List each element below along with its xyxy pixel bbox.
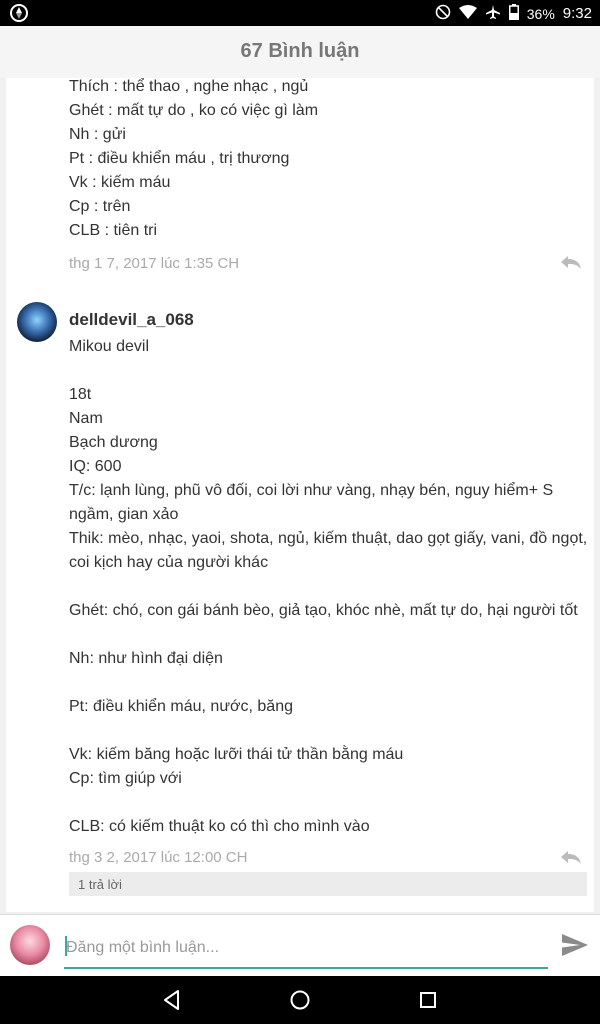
comment-text-line: CLB: có kiếm thuật ko có thì cho mình và… — [69, 818, 370, 835]
airplane-mode-icon — [485, 4, 501, 23]
comment-text-line: 18t — [69, 386, 92, 403]
battery-icon — [508, 4, 519, 23]
page-title: 67 Bình luận — [240, 40, 360, 62]
comment-username[interactable]: delldevil_a_068 — [69, 310, 194, 330]
reply-icon[interactable] — [560, 849, 582, 870]
comment-text-line: Vk: kiếm băng hoặc lưỡi thái tử thần bằn… — [69, 746, 404, 763]
comment-text-line: Pt: điều khiển máu, nước, băng — [69, 698, 293, 715]
comment-text-line: Vk : kiếm máu — [69, 174, 171, 191]
comment-text-line: Cp: tìm giúp với — [69, 770, 182, 787]
comment-text-line: Nh: như hình đại diện — [69, 650, 223, 667]
comment-text-line: Mikou devil — [69, 338, 150, 355]
home-icon[interactable] — [288, 988, 312, 1012]
comment-timestamp: thg 3 2, 2017 lúc 12:00 CH — [69, 849, 248, 866]
back-icon[interactable] — [160, 988, 184, 1012]
comment-text-line: Bạch dương — [69, 434, 158, 451]
battery-percent: 36% — [526, 5, 555, 22]
comments-list[interactable]: Thích : thể thao , nghe nhạc , ngủ Ghét … — [0, 78, 600, 914]
comment-text-line: Pt : điều khiển máu , trị thương — [69, 150, 290, 167]
recent-apps-icon[interactable] — [416, 988, 440, 1012]
comment-text-line: Cp : trên — [69, 198, 131, 215]
send-icon[interactable] — [560, 930, 590, 960]
text-cursor — [65, 936, 67, 956]
status-bar: 36% 9:32 — [0, 0, 600, 26]
comment-text-line: Nh : gửi — [69, 126, 126, 143]
app-bar: 67 Bình luận — [0, 26, 600, 79]
camera-aperture-icon — [10, 4, 28, 27]
comment-card: delldevil_a_068 Mikou devil 18t Nam Bạch… — [6, 292, 594, 912]
comment-text-line: Thích : thể thao , nghe nhạc , ngủ — [69, 78, 309, 95]
clock: 9:32 — [562, 5, 592, 22]
comment-text-line: Ghét : mất tự do , ko có việc gì làm — [69, 102, 319, 119]
current-user-avatar — [10, 925, 50, 965]
comment-text-line: Nam — [69, 410, 103, 427]
avatar[interactable] — [17, 302, 57, 342]
wifi-icon — [458, 5, 477, 22]
comment-timestamp: thg 1 7, 2017 lúc 1:35 CH — [69, 255, 240, 272]
system-nav-bar — [0, 976, 600, 1024]
replies-count-label: 1 trả lời — [78, 877, 122, 892]
reply-icon[interactable] — [560, 254, 582, 275]
comment-text-line: Ghét: chó, con gái bánh bèo, giả tạo, kh… — [69, 602, 578, 619]
comment-composer — [0, 914, 600, 977]
comment-text-line: Thik: mèo, nhạc, yaoi, shota, ngủ, kiếm … — [69, 530, 588, 547]
comment-text-line: coi kịch hay của người khác — [69, 554, 269, 571]
comment-text-line: T/c: lạnh lùng, phũ vô đối, coi lời như … — [69, 482, 554, 499]
comment-text-line: ngầm, gian xảo — [69, 506, 179, 523]
do-not-disturb-icon — [435, 4, 451, 23]
comment-text-line: CLB : tiên tri — [69, 222, 158, 239]
comment-input[interactable] — [64, 929, 548, 969]
view-replies-button[interactable]: 1 trả lời — [69, 872, 587, 896]
comment-text-line: IQ: 600 — [69, 458, 122, 475]
